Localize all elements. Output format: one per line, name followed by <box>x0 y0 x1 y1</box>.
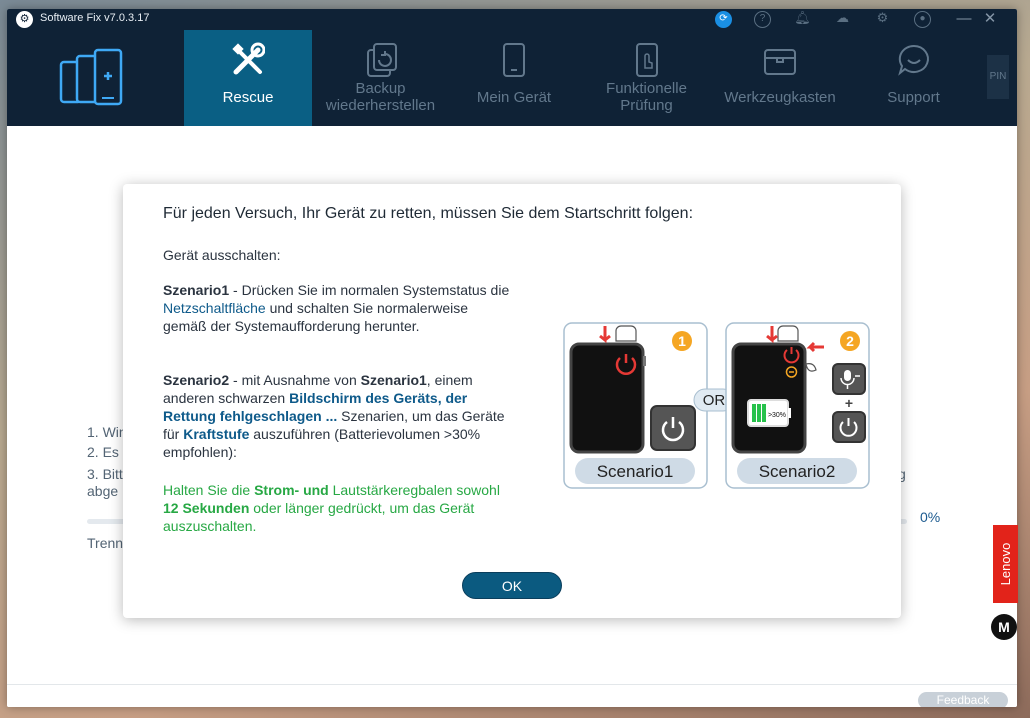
app-title: Software Fix v7.0.3.17 <box>40 12 150 24</box>
tab-toolbox[interactable]: Werkzeugkasten <box>714 30 846 126</box>
motorola-logo-icon[interactable]: M <box>991 614 1017 640</box>
tab-functional-test[interactable]: Funktionelle Prüfung <box>579 30 714 126</box>
tab-support-label: Support <box>887 89 940 106</box>
scenario2-text: Szenario2 - mit Ausnahme von Szenario1, … <box>163 371 513 461</box>
cloud-download-icon[interactable]: ☁ <box>834 11 851 28</box>
touch-test-icon <box>635 43 658 77</box>
power-off-dialog: Für jeden Versuch, Ihr Gerät zu retten, … <box>123 184 901 618</box>
scenario2-panel: 2 >30% + Scenario2 <box>725 322 870 489</box>
disconnect-text: Trenn <box>87 535 124 551</box>
footer-divider <box>7 684 1017 685</box>
scenario2-name: Szenario2 <box>163 372 230 388</box>
step-3-text: 3. Bitt <box>87 466 123 482</box>
scenario2-highlight-2: Kraftstufe <box>183 426 250 442</box>
scenario1-highlight: Netzschaltfläche <box>163 300 266 316</box>
step-3-text-cont: abge <box>87 483 119 499</box>
tab-backup-label-1: Backup <box>355 80 406 97</box>
scenario2-ref: Szenario1 <box>360 372 427 388</box>
scenario2-part-a: - mit Ausnahme von <box>229 372 361 388</box>
microphone-icon <box>844 370 851 381</box>
tab-rescue[interactable]: Rescue <box>184 30 312 126</box>
tab-rescue-label: Rescue <box>222 89 274 106</box>
scenario1-panel: 1 Scenario1 <box>563 322 708 489</box>
step-1-text: 1. Win <box>87 424 127 440</box>
help-icon[interactable]: ? <box>754 11 771 28</box>
tab-my-device[interactable]: Mein Gerät <box>449 30 579 126</box>
section-heading: Gerät ausschalten: <box>163 247 281 263</box>
update-icon[interactable]: ⟳ <box>715 11 732 28</box>
scenario1-part-a: - Drücken Sie im normalen Systemstatus d… <box>229 282 510 298</box>
tab-support[interactable]: Support <box>846 30 981 126</box>
minimize-button[interactable]: — <box>955 10 973 28</box>
scenario2-label: Scenario2 <box>759 462 836 481</box>
tab-backup-label-2: wiederherstellen <box>325 97 436 114</box>
instruction-bold-1: Strom- und <box>254 482 329 498</box>
toolbox-icon <box>764 49 796 75</box>
tab-functional-label-1: Funktionelle <box>606 80 687 97</box>
power-off-illustration: 1 Scenario1 OR 2 >30% + Scenario2 <box>563 322 870 489</box>
settings-icon[interactable]: ⚙ <box>874 11 891 28</box>
main-nav: Rescue Backup wiederherstellen Mein Gerä… <box>7 30 1017 126</box>
phone-icon <box>503 43 525 77</box>
title-bar: ⚙ Software Fix v7.0.3.17 ⟳ ? 🔔︎ ☁ ⚙ ● — … <box>7 9 1017 30</box>
chat-support-icon <box>897 44 929 76</box>
instruction-part-b: Lautstärkeregbalen sowohl <box>328 482 500 498</box>
panel2-number: 2 <box>846 333 854 349</box>
lenovo-label: Lenovo <box>998 542 1013 586</box>
bell-icon[interactable]: 🔔︎ <box>794 11 811 28</box>
battery-label: >30% <box>768 412 786 419</box>
tab-toolbox-label: Werkzeugkasten <box>724 89 836 106</box>
lenovo-badge[interactable]: Lenovo <box>993 525 1018 603</box>
dialog-title: Für jeden Versuch, Ihr Gerät zu retten, … <box>163 205 694 222</box>
tab-functional-label-2: Prüfung <box>620 97 673 114</box>
ok-button[interactable]: OK <box>462 572 562 599</box>
scenario1-text: Szenario1 - Drücken Sie im normalen Syst… <box>163 281 513 335</box>
close-button[interactable]: ✕ <box>981 10 999 28</box>
tab-my-device-label: Mein Gerät <box>476 89 552 106</box>
panel1-number: 1 <box>678 333 686 349</box>
plus-glyph: + <box>845 395 853 411</box>
feedback-button[interactable]: Feedback <box>918 692 1008 707</box>
pin-button[interactable]: PIN <box>987 55 1009 99</box>
instruction-text: Halten Sie die Strom- und Lautstärkeregb… <box>163 481 513 535</box>
scenario1-label: Scenario1 <box>597 462 674 481</box>
or-label: OR <box>703 392 726 409</box>
tab-backup-restore[interactable]: Backup wiederherstellen <box>312 30 449 126</box>
progress-percent: 0% <box>920 509 941 525</box>
backup-icon <box>366 43 397 77</box>
devices-logo-icon <box>59 48 123 106</box>
scenario1-name: Szenario1 <box>163 282 230 298</box>
instruction-bold-2: 12 Sekunden <box>163 500 250 516</box>
account-icon[interactable]: ● <box>914 11 931 28</box>
instruction-part-a: Halten Sie die <box>163 482 255 498</box>
step-2-text: 2. Es <box>87 444 119 460</box>
wrench-screwdriver-icon <box>232 42 265 75</box>
app-logo-icon: ⚙ <box>16 11 33 28</box>
